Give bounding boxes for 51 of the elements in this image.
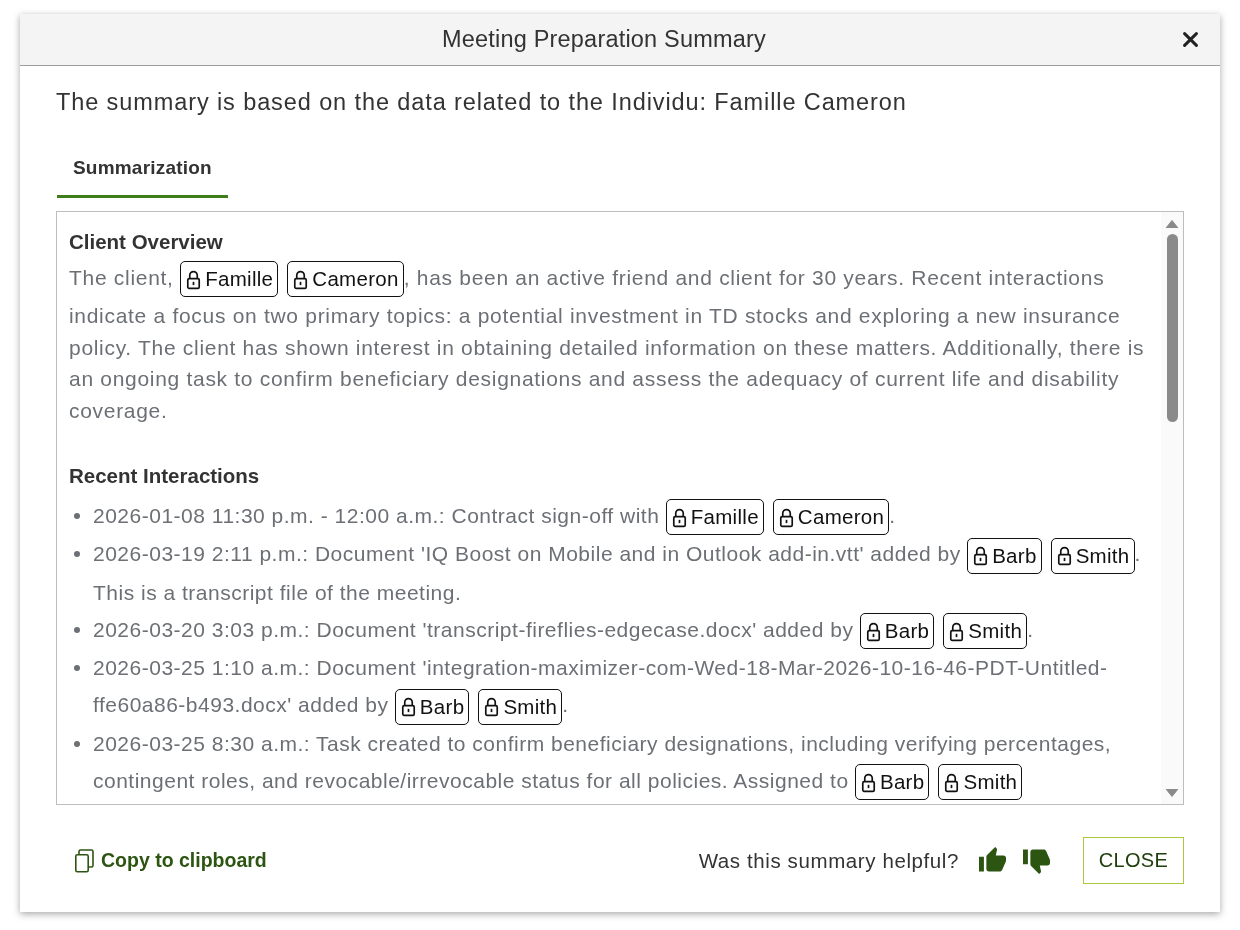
tab[interactable]: Summarization — [57, 141, 228, 198]
name-tag[interactable]: Smith — [938, 764, 1023, 801]
thumbs-down-icon[interactable] — [1023, 847, 1050, 874]
name-tag[interactable]: Famille — [180, 261, 279, 297]
interaction-entry: 2026-03-25 8:30 a.m.: Task created to confirm beneficiary designations, including verifying percentages, contingent roles, and revocable/irrevocable status for all policies. Assigned to Barb Smith — [93, 724, 1153, 801]
padlock-icon — [860, 771, 876, 793]
padlock-icon — [778, 506, 794, 528]
feedback-prompt: Was this summary helpful? — [698, 848, 959, 873]
name-tag[interactable]: Barb — [967, 537, 1042, 574]
padlock-icon — [400, 696, 416, 718]
interaction-entry: 2026-01-08 11:30 p.m. - 12:00 a.m.: Contract sign-off with Famille Cameron . — [93, 497, 1153, 536]
interaction-entry: 2026-03-19 2:11 p.m.: Document 'IQ Boost on Mobile and in Outlook add-in.vtt' added by Barb Smith . This is a transcript file of the meeting. — [93, 535, 1153, 611]
padlock-icon — [949, 620, 965, 642]
padlock-icon — [865, 620, 881, 642]
close-button[interactable]: CLOSE — [1083, 837, 1184, 884]
bullet-icon — [74, 626, 80, 633]
padlock-icon — [484, 696, 500, 718]
dialog-title: Meeting Preparation Summary — [441, 26, 767, 53]
bullet-icon — [74, 740, 80, 747]
interaction-entry: 2026-03-20 3:03 p.m.: Document 'transcript-fireflies-edgecase.docx' added by Barb Smith . — [93, 610, 1153, 650]
name-tag[interactable]: Barb — [394, 688, 470, 725]
padlock-icon — [1056, 545, 1072, 567]
scrollbar[interactable] — [1161, 212, 1183, 804]
up-arrow-icon[interactable] — [1165, 219, 1179, 228]
bullet-icon — [74, 551, 80, 558]
name-tag[interactable]: Barb — [854, 764, 930, 801]
scrollbar-thumb[interactable] — [1166, 234, 1178, 422]
name-tag[interactable]: Smith — [478, 688, 563, 725]
name-tag[interactable]: Barb — [859, 613, 935, 650]
copy-icon — [74, 848, 95, 873]
close-icon[interactable] — [1183, 32, 1198, 47]
summary-source-text: The summary is based on the data related to the Individu: Famille Cameron — [56, 88, 908, 116]
padlock-icon — [671, 506, 687, 528]
padlock-icon — [186, 268, 202, 290]
section-heading: Client Overview — [69, 229, 224, 255]
thumbs-up-icon[interactable] — [979, 847, 1006, 874]
padlock-icon — [973, 545, 989, 567]
copy-button[interactable]: Copy to clipboard — [64, 842, 277, 879]
name-tag[interactable]: Cameron — [772, 499, 890, 536]
name-tag[interactable]: Cameron — [287, 261, 404, 297]
padlock-icon — [944, 771, 960, 793]
down-arrow-icon[interactable] — [1165, 789, 1179, 798]
name-tag[interactable]: Smith — [943, 613, 1028, 650]
overview-paragraph: The client, Famille Cameron , has been an active friend and client for 30 years. Recent interactions indicate a focus on two primary topics: a potential investment in TD stocks and exploring a new insurance policy. The client has shown interest in obtaining detailed information on these matters. Additionally, there is an ongoing task to confirm beneficiary designations and assess the adequacy of current life and disability coverage. — [69, 258, 1153, 426]
bullet-icon — [74, 513, 80, 519]
padlock-icon — [293, 268, 309, 290]
name-tag[interactable]: Smith — [1050, 537, 1135, 574]
interaction-entry: 2026-03-25 1:10 a.m.: Document 'integration-maximizer-com-Wed-18-Mar-2026-10-16-46-PDT-Untitled-ffe60a86-b493.docx' added by Barb Smith . — [93, 649, 1153, 725]
name-tag[interactable]: Famille — [665, 499, 764, 536]
bullet-icon — [74, 665, 80, 672]
section-heading: Recent Interactions — [69, 463, 261, 489]
